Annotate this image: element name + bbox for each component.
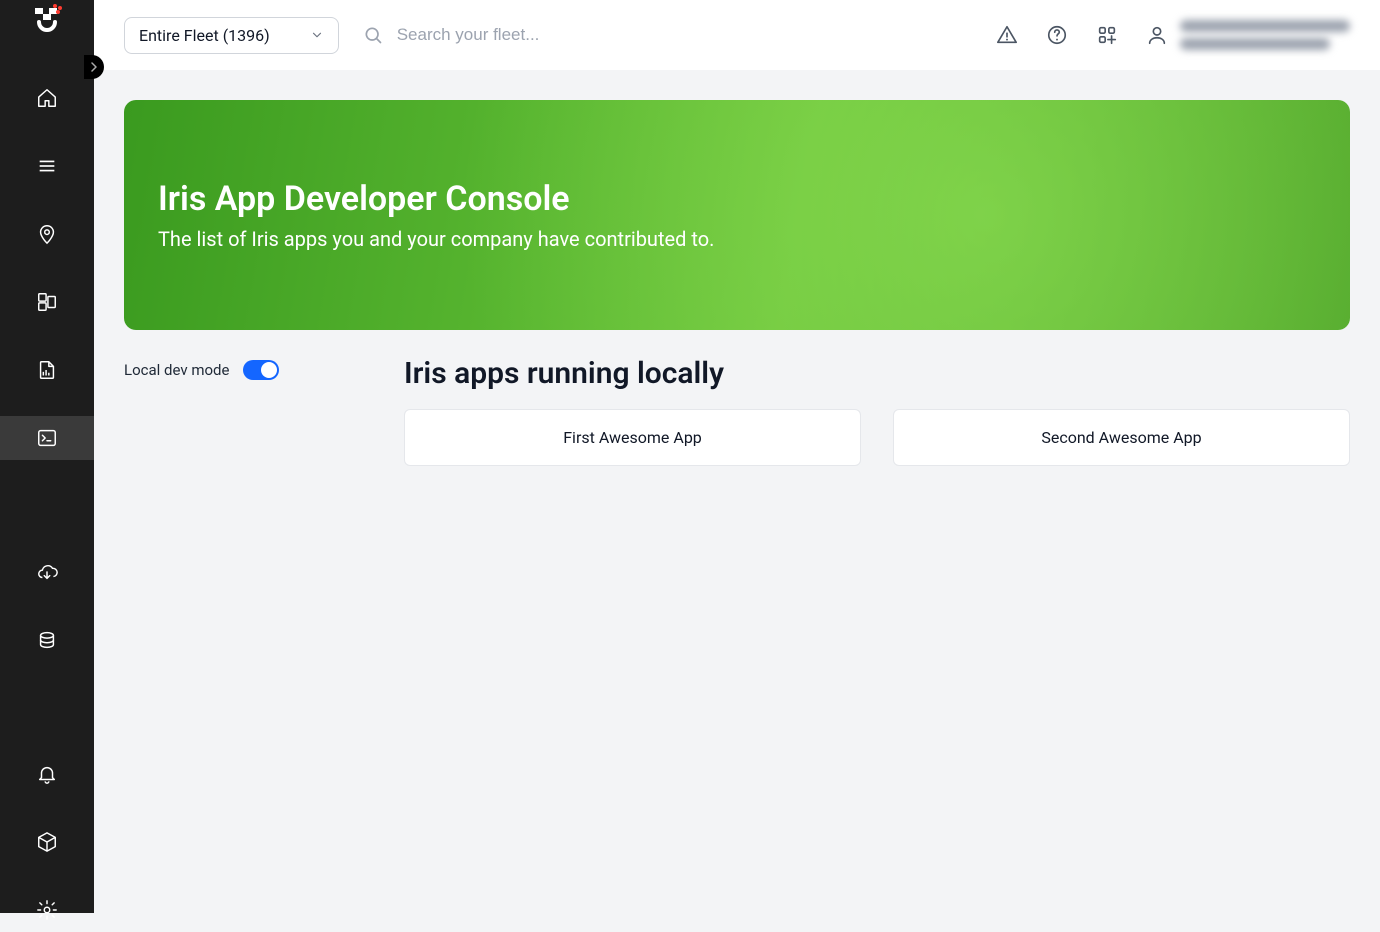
app-card-name: Second Awesome App (1041, 428, 1201, 447)
app-card[interactable]: Second Awesome App (893, 409, 1350, 466)
topbar: Entire Fleet (1396) (94, 0, 1380, 70)
chevron-down-icon (310, 28, 324, 42)
hero-subtitle: The list of Iris apps you and your compa… (158, 227, 1316, 251)
report-icon (36, 359, 58, 381)
search-input[interactable] (397, 25, 972, 45)
sidebar-item-cube[interactable] (0, 820, 94, 864)
help-button[interactable] (1046, 24, 1068, 46)
data-stack-icon (36, 629, 58, 651)
chevron-right-icon (90, 62, 98, 72)
sidebar-item-home[interactable] (0, 76, 94, 120)
brand-logo (0, 0, 94, 36)
user-menu[interactable] (1146, 20, 1350, 50)
sidebar-item-settings[interactable] (0, 888, 94, 932)
fleet-selector-label: Entire Fleet (1396) (139, 26, 270, 45)
apps-plus-icon (1096, 24, 1118, 46)
user-icon (1146, 24, 1168, 46)
sidebar-item-download[interactable] (0, 550, 94, 594)
sidebar-item-menu[interactable] (0, 144, 94, 188)
sidebar-item-notifications[interactable] (0, 752, 94, 796)
sidebar-item-location[interactable] (0, 212, 94, 256)
fleet-selector[interactable]: Entire Fleet (1396) (124, 17, 339, 54)
terminal-icon (36, 427, 58, 449)
gear-icon (36, 899, 58, 921)
cube-icon (36, 831, 58, 853)
dev-mode-label: Local dev mode (124, 361, 229, 379)
toggle-knob (261, 362, 277, 378)
bell-icon (36, 763, 58, 785)
location-icon (36, 223, 58, 245)
sidebar-item-widgets[interactable] (0, 280, 94, 324)
hero-banner: Iris App Developer Console The list of I… (124, 100, 1350, 330)
search-area (363, 25, 972, 45)
sidebar (0, 0, 94, 913)
help-icon (1046, 24, 1068, 46)
user-name-redacted (1180, 20, 1350, 32)
sidebar-item-console[interactable] (0, 416, 94, 460)
search-icon (363, 25, 383, 45)
hero-title: Iris App Developer Console (158, 179, 1316, 219)
dev-mode-row: Local dev mode (124, 360, 374, 380)
widgets-icon (36, 291, 58, 313)
sidebar-item-report[interactable] (0, 348, 94, 392)
user-company-redacted (1180, 38, 1330, 50)
menu-icon (36, 155, 58, 177)
warning-icon (996, 24, 1018, 46)
sidebar-item-data[interactable] (0, 618, 94, 662)
cloud-download-icon (36, 561, 58, 583)
user-name-area (1180, 20, 1350, 50)
app-card[interactable]: First Awesome App (404, 409, 861, 466)
section-title: Iris apps running locally (404, 356, 1350, 391)
home-icon (36, 87, 58, 109)
alerts-button[interactable] (996, 24, 1018, 46)
dev-mode-toggle[interactable] (243, 360, 279, 380)
apps-button[interactable] (1096, 24, 1118, 46)
app-card-name: First Awesome App (563, 428, 702, 447)
content-area: Iris App Developer Console The list of I… (94, 70, 1380, 913)
